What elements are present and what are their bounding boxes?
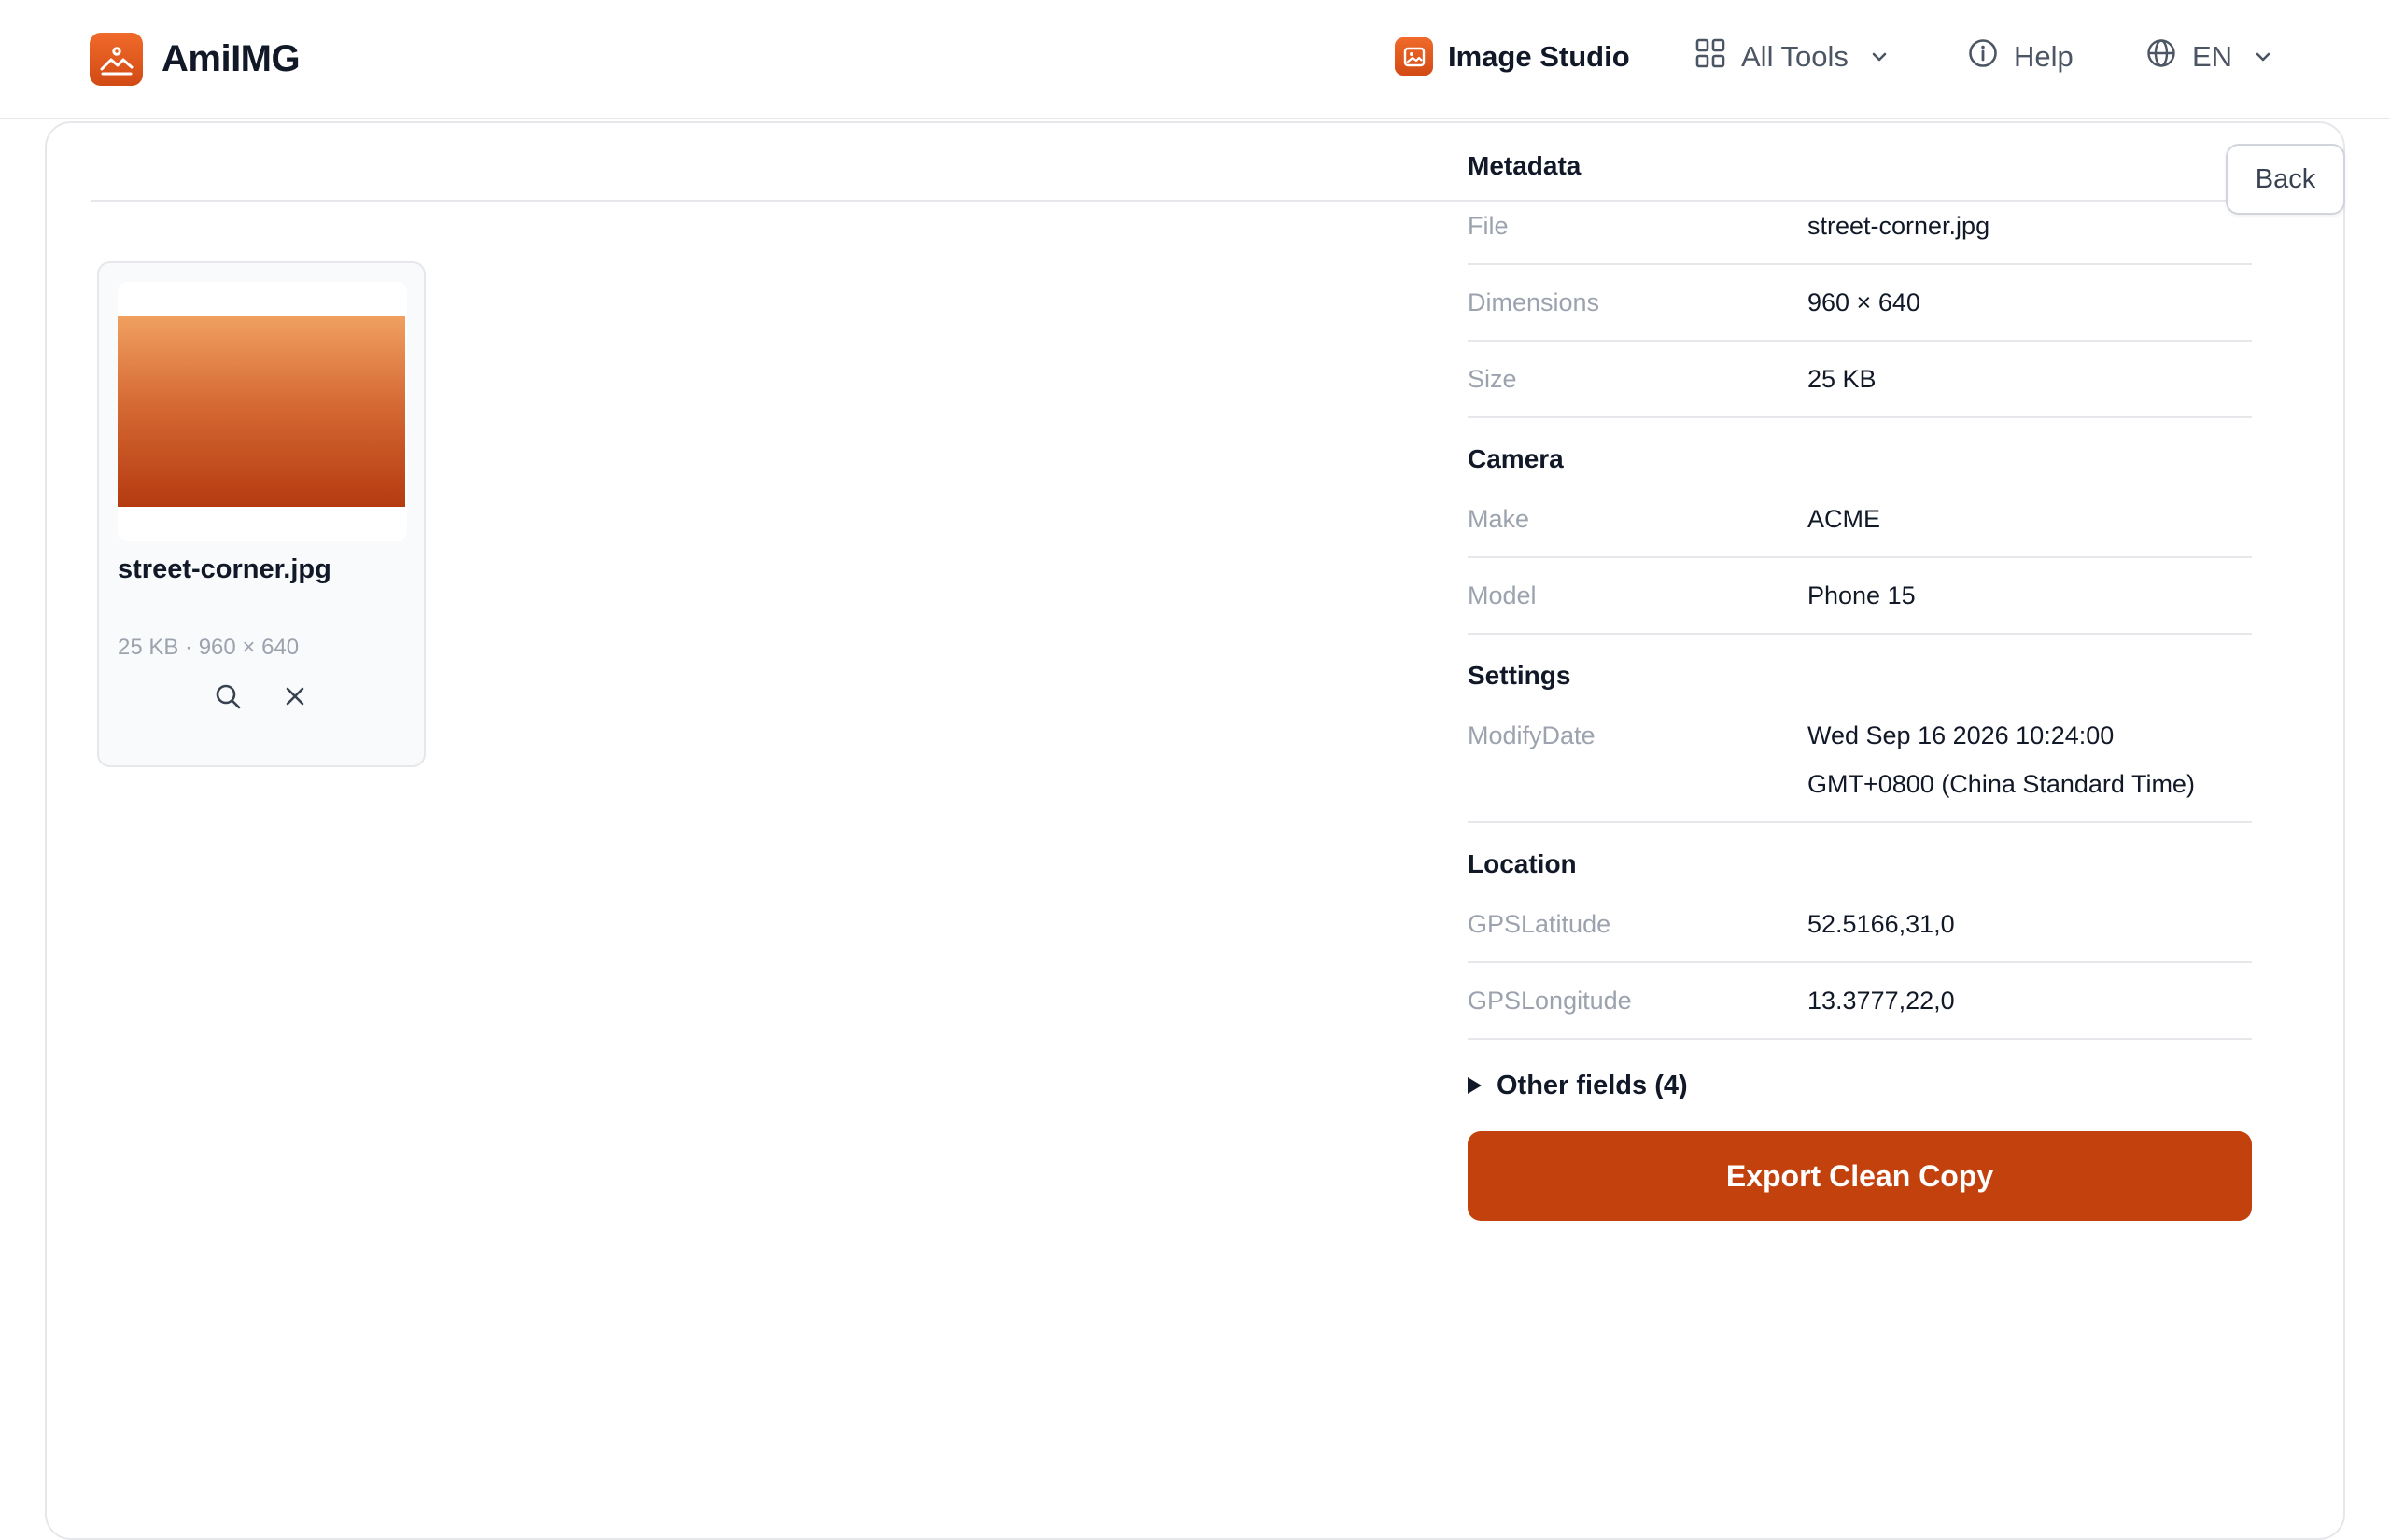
section-title-location: Location [1468,849,1577,878]
field-key: File [1468,211,1509,240]
section-title-settings: Settings [1468,661,1571,690]
top-header: AmiIMG Image Studio All Tools Help EN [0,0,2390,119]
chevron-down-icon [2253,47,2273,67]
table-row: File street-corner.jpg [1468,189,2252,265]
other-fields-label: Other fields (4) [1497,1070,1688,1100]
language-selector[interactable]: EN [2145,37,2273,77]
section-title-camera: Camera [1468,444,1564,473]
field-key: GPSLongitude [1468,986,1632,1015]
field-value: Phone 15 [1807,581,1916,609]
file-details: 25 KB · 960 × 640 [118,635,300,660]
field-value: 52.5166,31,0 [1807,910,1955,938]
image-logo-icon [90,33,143,86]
table-row: GPSLongitude 13.3777,22,0 [1468,963,2252,1040]
field-key: Size [1468,364,1517,393]
field-key: Model [1468,581,1537,609]
field-key: Dimensions [1468,287,1600,316]
table-row: GPSLatitude 52.5166,31,0 [1468,887,2252,963]
nav-image-studio[interactable]: Image Studio [1395,37,1630,76]
field-value-line: GMT+0800 (China Standard Time) [1807,770,2195,798]
image-thumbnail[interactable] [118,316,405,507]
field-value: street-corner.jpg [1807,212,1990,240]
brand-name: AmiIMG [162,38,301,79]
brand-logo[interactable]: AmiIMG [90,33,301,86]
nav-help[interactable]: Help [1967,37,2074,77]
field-value: 25 KB [1807,365,1877,393]
triangle-right-icon [1468,1077,1482,1094]
field-value-line: Wed Sep 16 2026 10:24:00 [1807,721,2115,749]
table-row: ModifyDate Wed Sep 16 2026 10:24:00 GMT+… [1468,698,2252,823]
language-label: EN [2192,40,2233,73]
metadata-panel: Metadata File street-corner.jpg Dimensio… [1468,140,2252,1221]
nav-all-tools[interactable]: All Tools [1694,37,1890,77]
table-row: Size 25 KB [1468,342,2252,418]
table-row: Model Phone 15 [1468,558,2252,635]
file-card: street-corner.jpg 25 KB · 960 × 640 [97,261,426,767]
globe-icon [2145,37,2177,77]
nav-all-tools-label: All Tools [1741,40,1849,73]
field-value: ACME [1807,505,1881,533]
zoom-search-icon[interactable] [213,681,243,711]
image-icon [1395,37,1433,76]
field-key: ModifyDate [1468,721,1596,749]
grid-icon [1694,37,1726,77]
nav-image-studio-label: Image Studio [1448,39,1630,73]
export-clean-copy-button[interactable]: Export Clean Copy [1468,1131,2252,1221]
field-key: GPSLatitude [1468,909,1611,938]
file-actions [99,681,424,711]
table-row: Make ACME [1468,482,2252,558]
field-value: 13.3777,22,0 [1807,987,1955,1015]
other-fields-toggle[interactable]: Other fields (4) [1468,1040,2252,1131]
chevron-down-icon [1869,47,1890,67]
info-icon [1967,37,1999,77]
table-row: Dimensions 960 × 640 [1468,265,2252,342]
field-value: 960 × 640 [1807,288,1920,316]
field-key: Make [1468,504,1530,533]
field-value: Wed Sep 16 2026 10:24:00 GMT+0800 (China… [1807,711,2252,808]
nav-help-label: Help [2014,40,2074,73]
close-icon[interactable] [280,681,310,711]
thumbnail-frame [118,282,407,541]
metadata-title: Metadata [1468,151,1582,180]
file-name: street-corner.jpg [118,554,331,584]
